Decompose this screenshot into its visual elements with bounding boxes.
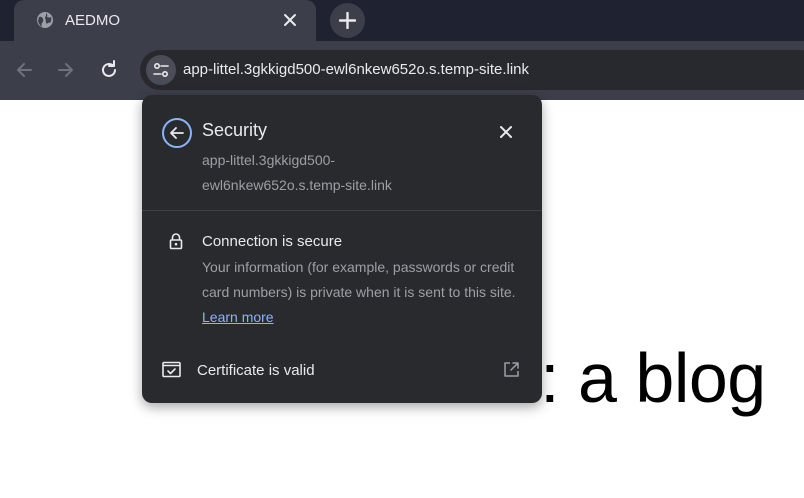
globe-icon	[37, 12, 53, 28]
tab-strip: AEDMO	[0, 0, 804, 41]
certificate-icon	[162, 361, 181, 378]
close-icon[interactable]	[281, 11, 299, 29]
popup-title: Security	[202, 120, 268, 140]
external-link-icon	[504, 362, 519, 377]
site-info-button[interactable]	[146, 55, 176, 85]
connection-description: Your information (for example, passwords…	[202, 255, 522, 330]
address-bar[interactable]: app-littel.3gkkigd500-ewl6nkew652o.s.tem…	[140, 50, 804, 90]
connection-title: Connection is secure	[202, 233, 343, 250]
tab-aedmo[interactable]: AEDMO	[14, 0, 316, 41]
address-bar-url: app-littel.3gkkigd500-ewl6nkew652o.s.tem…	[183, 61, 530, 78]
toolbar: app-littel.3gkkigd500-ewl6nkew652o.s.tem…	[0, 41, 804, 100]
tab-title: AEDMO	[65, 12, 121, 29]
security-popup: Security app-littel.3gkkigd500-ewl6nkew6…	[142, 95, 542, 403]
new-tab-button[interactable]	[330, 3, 365, 38]
certificate-row[interactable]: Certificate is valid	[142, 353, 542, 387]
browser-window: AEDMO app-littel.3gkkigd500-ewl6nkew652o…	[0, 0, 804, 498]
forward-arrow-icon[interactable]	[55, 59, 77, 81]
back-arrow-icon[interactable]	[13, 59, 35, 81]
reload-icon[interactable]	[98, 59, 120, 81]
connection-description-text: Your information (for example, passwords…	[202, 259, 516, 300]
lock-icon	[169, 233, 183, 250]
divider	[142, 210, 542, 211]
back-button[interactable]	[161, 117, 193, 149]
certificate-label: Certificate is valid	[197, 362, 315, 379]
learn-more-link[interactable]: Learn more	[202, 309, 274, 325]
plus-icon	[339, 12, 356, 29]
tune-icon	[153, 62, 169, 78]
close-icon[interactable]	[497, 123, 515, 141]
popup-host: app-littel.3gkkigd500-ewl6nkew652o.s.tem…	[202, 152, 392, 193]
